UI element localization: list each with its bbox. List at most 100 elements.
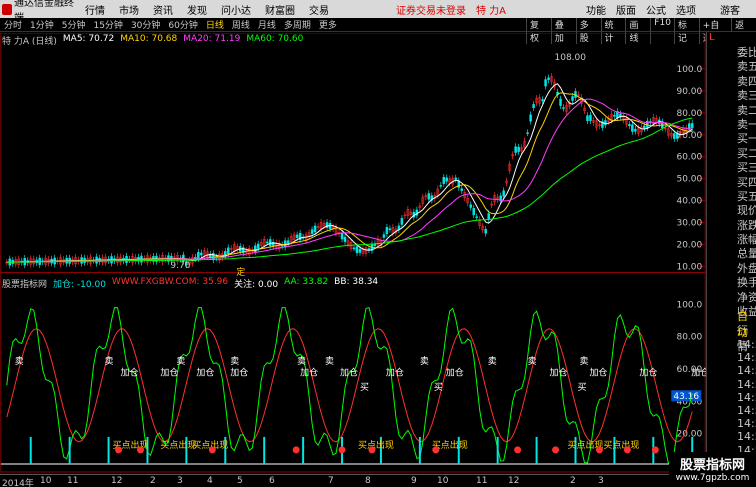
sell-dot [552,446,560,454]
period-tab-6[interactable]: 日线 [202,18,228,31]
ma5-line [6,83,693,263]
time-tick: 10 [40,476,52,486]
buy-label: 买 [434,382,443,393]
candle-body [571,96,574,101]
candle-body [382,234,386,238]
period-tab-0[interactable]: 分时 [0,18,26,31]
period-tab-9[interactable]: 多周期 [280,18,315,31]
menu-banmian[interactable]: 版面 [611,2,641,17]
time-tick: 3 [598,476,604,486]
menu-faxian[interactable]: 发现 [180,2,214,17]
mai-label: 卖 [528,356,537,367]
time-tick: 11 [67,476,79,486]
login-warning[interactable]: 证券交易未登录 [396,2,466,17]
period-tab-3[interactable]: 15分钟 [89,18,126,31]
time-tick: 12 [111,476,123,486]
time-tick: 4 [207,476,213,486]
quote-row: 委比 [707,46,756,60]
jiacang-label: 加仓 [691,367,706,379]
candle-body [634,128,637,132]
time-tick: 2 [570,476,576,486]
period-tab-8[interactable]: 月线 [254,18,280,31]
quote-row-label: 买二 [737,146,756,160]
quote-row: 换手 [707,276,756,290]
candle-body [313,225,317,233]
period-tab-10[interactable]: 更多 [315,18,341,31]
candle-body [388,228,392,230]
sell-dot [595,446,603,454]
period-tab-5[interactable]: 60分钟 [164,18,201,31]
sell-dot [623,446,631,454]
quote-row: 外盘 [707,262,756,276]
candle-body [589,114,592,121]
sell-dot [368,446,376,454]
price-tick-label: 80.00 [677,109,703,119]
sell-dot [514,446,522,454]
menu-bar: 通达信金融终端 行情 市场 资讯 发现 问小达 财富圈 交易 证券交易未登录 特… [0,0,756,24]
candle-body [547,77,550,81]
period-tab-1[interactable]: 1分钟 [26,18,58,31]
sell-dot [292,446,300,454]
sell-dot [651,446,659,454]
indicator-gz: 关注: 0.00 [234,280,279,290]
menu-caifuquan[interactable]: 财富圈 [258,2,302,17]
time-row: 14:5 [737,390,756,404]
kline-chart[interactable]: 100.090.0080.0070.0060.0050.0040.0030.00… [0,33,706,473]
period-tab-2[interactable]: 5分钟 [58,18,90,31]
quote-row-label: 买一 [737,132,756,146]
candle-body [484,229,487,234]
jiacang-label: 加仓 [160,367,178,379]
high-price-label: 108.00 [555,53,587,63]
candle-body [194,256,197,259]
quote-row: 卖五 [707,60,756,74]
right-menus: 功能 版面 公式 选项 游客 [581,2,756,17]
buy-signal-label: 买点出现 [358,439,394,451]
time-row: 14:5 [737,364,756,378]
price-tick-label: 90.00 [677,87,703,97]
menu-shichang[interactable]: 市场 [112,2,146,17]
menu-gongneng[interactable]: 功能 [581,2,611,17]
menu-xuanxiang[interactable]: 选项 [671,2,701,17]
time-tick: 12 [508,476,520,486]
candle-body [532,104,535,109]
candle-body [286,240,290,244]
menu-wenxiaoda[interactable]: 问小达 [214,2,258,17]
mai-label: 卖 [176,356,185,367]
watermark-title: 股票指标网 [679,458,745,473]
price-tick-label: 50.00 [677,175,703,185]
menu-jiaoyi[interactable]: 交易 [302,2,336,17]
candle-body [643,125,646,129]
time-tick: 5 [237,476,243,486]
candle-body [265,241,269,244]
legend-ma20: MA20: 71.19 [183,34,241,44]
quote-row-label: 买五 [737,189,756,203]
guest-label[interactable]: 游客 [715,2,756,17]
quote-row: 买三 [707,161,756,175]
current-value-label: 43.16 [673,392,699,402]
quote-row-label: 委比 [737,46,756,59]
quote-row: 总量 [707,247,756,261]
menu-hangqing[interactable]: 行情 [78,2,112,17]
candle-body [227,247,230,255]
period-tab-7[interactable]: 周线 [228,18,254,31]
time-tick: 8 [365,476,371,486]
sell-dot [338,446,346,454]
candle-body [445,177,449,182]
candle-body [358,248,362,253]
period-tab-4[interactable]: 30分钟 [127,18,164,31]
jiacang-label: 加仓 [639,367,657,379]
quote-row-label: 卖一 [737,117,756,131]
candle-body [487,213,490,220]
quote-row-label: 卖五 [737,60,756,74]
quote-row-label: 净资 [737,290,756,304]
price-tick-label: 100.0 [677,65,703,75]
time-row: 14:5 [737,417,756,431]
time-row: 14:5 [737,404,756,417]
quote-row-label: 买三 [737,161,756,175]
candle-body [200,252,203,256]
menu-zixun[interactable]: 资讯 [146,2,180,17]
watermark-url: www.7gpzb.com [675,473,750,483]
jiacang-label: 加仓 [340,367,358,379]
menu-gongshi[interactable]: 公式 [641,2,671,17]
candle-body [340,232,344,240]
